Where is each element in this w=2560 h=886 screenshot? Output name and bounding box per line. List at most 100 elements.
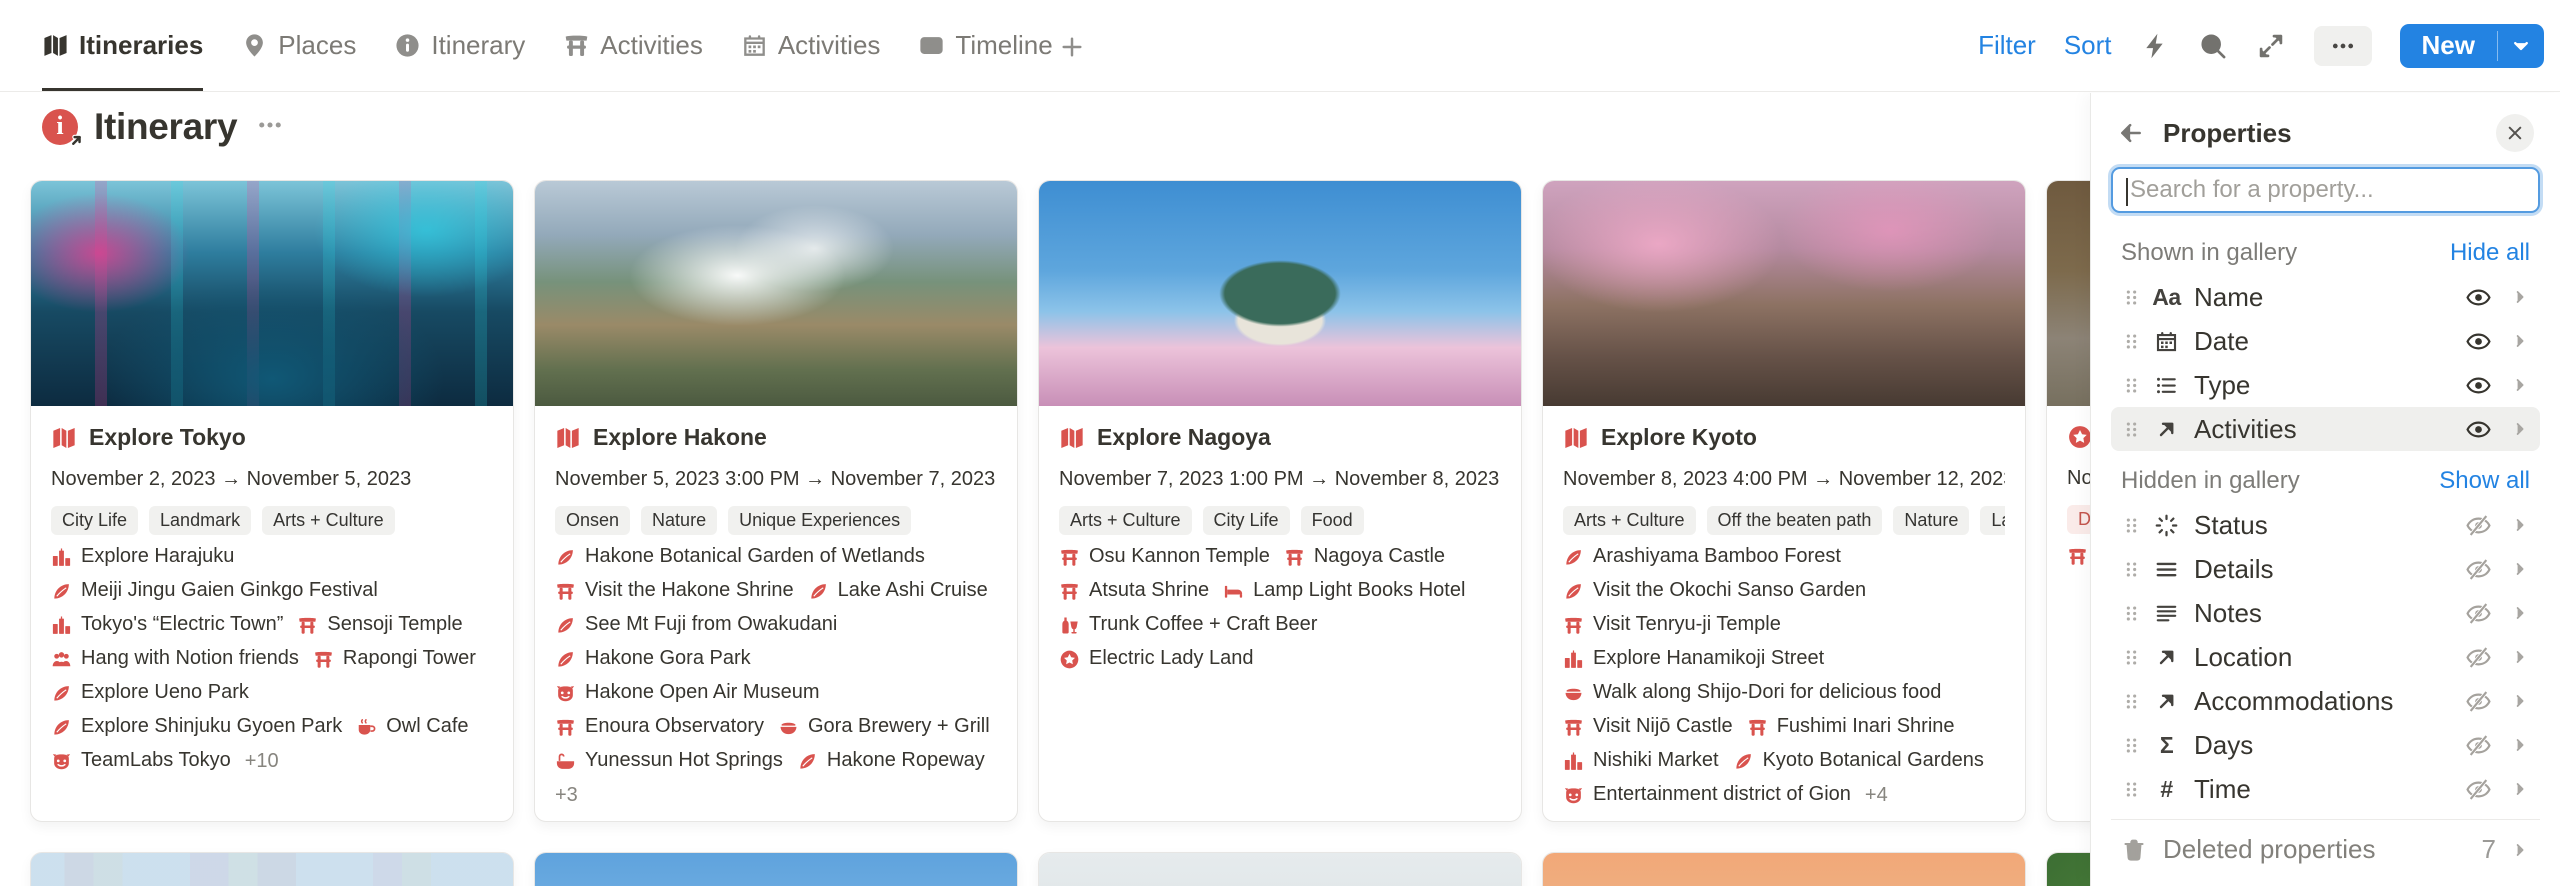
activity-link[interactable]: Hang with Notion friends <box>81 648 299 671</box>
activity-link[interactable]: Explore Ueno Park <box>81 682 249 705</box>
eye-off-icon[interactable] <box>2465 732 2492 759</box>
property-search-input[interactable] <box>2113 169 2538 211</box>
property-row-notes[interactable]: Notes <box>2111 591 2540 635</box>
section-action-show-all[interactable]: Show all <box>2439 467 2530 495</box>
property-row-accommodations[interactable]: Accommodations <box>2111 679 2540 723</box>
activity-link[interactable]: Trunk Coffee + Craft Beer <box>1089 614 1317 637</box>
eye-icon[interactable] <box>2465 328 2492 355</box>
activity-link[interactable]: Atsuta Shrine <box>1089 580 1209 603</box>
activity-link[interactable]: Explore Shinjuku Gyoen Park <box>81 716 342 739</box>
add-view-button[interactable] <box>1059 0 1085 91</box>
activity-link[interactable]: Tokyo's “Electric Town” <box>81 614 283 637</box>
activity-link[interactable]: Meiji Jingu Gaien Ginkgo Festival <box>81 580 378 603</box>
gallery-card-item[interactable]: No D <box>2046 180 2093 822</box>
activity-link[interactable]: Explore Hanamikoji Street <box>1593 648 1824 671</box>
property-row-date[interactable]: Date <box>2111 319 2540 363</box>
activity-link[interactable]: Visit the Hakone Shrine <box>585 580 794 603</box>
property-row-days[interactable]: Σ Days <box>2111 723 2540 767</box>
eye-off-icon[interactable] <box>2465 556 2492 583</box>
drag-handle-icon[interactable] <box>2121 691 2142 712</box>
activity-link[interactable]: Entertainment district of Gion <box>1593 784 1851 807</box>
activity-link[interactable]: Enoura Observatory <box>585 716 764 739</box>
drag-handle-icon[interactable] <box>2121 375 2142 396</box>
new-button[interactable]: New <box>2400 24 2544 68</box>
eye-off-icon[interactable] <box>2465 776 2492 803</box>
eye-off-icon[interactable] <box>2465 644 2492 671</box>
property-row-type[interactable]: Type <box>2111 363 2540 407</box>
property-row-details[interactable]: Details <box>2111 547 2540 591</box>
drag-handle-icon[interactable] <box>2121 779 2142 800</box>
view-tab-itinerary[interactable]: Itinerary <box>394 0 525 91</box>
activity-link[interactable]: Osu Kannon Temple <box>1089 546 1270 569</box>
gallery-card-explore-nagoya[interactable]: Explore Nagoya November 7, 2023 1:00 PM … <box>1038 180 1522 822</box>
new-button-label[interactable]: New <box>2400 24 2497 68</box>
activity-link[interactable]: Kyoto Botanical Gardens <box>1763 750 1984 773</box>
activity-link[interactable]: Visit Nijō Castle <box>1593 716 1733 739</box>
view-tab-itineraries[interactable]: Itineraries <box>42 0 203 91</box>
activity-link[interactable]: Arashiyama Bamboo Forest <box>1593 546 1841 569</box>
drag-handle-icon[interactable] <box>2121 647 2142 668</box>
filter-button[interactable]: Filter <box>1978 30 2036 61</box>
activity-link[interactable]: Lamp Light Books Hotel <box>1253 580 1465 603</box>
eye-off-icon[interactable] <box>2465 512 2492 539</box>
back-arrow-icon[interactable] <box>2117 119 2145 147</box>
activity-link[interactable]: Nishiki Market <box>1593 750 1719 773</box>
eye-icon[interactable] <box>2465 372 2492 399</box>
drag-handle-icon[interactable] <box>2121 331 2142 352</box>
property-row-location[interactable]: Location <box>2111 635 2540 679</box>
drag-handle-icon[interactable] <box>2121 419 2142 440</box>
gallery-card-partial[interactable] <box>1542 852 2026 886</box>
property-row-status[interactable]: Status <box>2111 503 2540 547</box>
section-action-hide-all[interactable]: Hide all <box>2450 239 2530 267</box>
property-row-activities[interactable]: Activities <box>2111 407 2540 451</box>
activity-link[interactable]: Sensoji Temple <box>327 614 462 637</box>
close-panel-button[interactable] <box>2496 114 2534 152</box>
activity-link[interactable]: Owl Cafe <box>386 716 468 739</box>
activity-link[interactable]: Electric Lady Land <box>1089 648 1254 671</box>
gallery-card-explore-hakone[interactable]: Explore Hakone November 5, 2023 3:00 PM … <box>534 180 1018 822</box>
activity-link[interactable]: Lake Ashi Cruise <box>838 580 988 603</box>
activity-link[interactable]: Yunessun Hot Springs <box>585 750 783 773</box>
view-tab-activities[interactable]: Activities <box>741 0 881 91</box>
activity-link[interactable]: TeamLabs Tokyo <box>81 750 231 773</box>
view-tab-activities[interactable]: Activities <box>563 0 703 91</box>
gallery-card-partial[interactable] <box>1038 852 1522 886</box>
property-row-time[interactable]: # Time <box>2111 767 2540 811</box>
activity-link[interactable]: Gora Brewery + Grill <box>808 716 990 739</box>
eye-icon[interactable] <box>2465 284 2492 311</box>
activity-link[interactable]: Walk along Shijo-Dori for delicious food <box>1593 682 1941 705</box>
activity-link[interactable]: Rapongi Tower <box>343 648 476 671</box>
activity-link[interactable]: Explore Harajuku <box>81 546 234 569</box>
activity-link[interactable]: Visit the Okochi Sanso Garden <box>1593 580 1866 603</box>
activity-link[interactable]: See Mt Fuji from Owakudani <box>585 614 837 637</box>
lightning-icon[interactable] <box>2140 31 2170 61</box>
page-menu-button[interactable] <box>255 110 285 145</box>
eye-icon[interactable] <box>2465 416 2492 443</box>
view-tab-timeline[interactable]: Timeline <box>918 0 1052 91</box>
gallery-card-partial[interactable] <box>534 852 1018 886</box>
activity-link[interactable]: Hakone Gora Park <box>585 648 751 671</box>
view-tab-places[interactable]: Places <box>241 0 356 91</box>
deleted-properties-row[interactable]: Deleted properties 7 <box>2111 819 2540 879</box>
activity-link[interactable]: Fushimi Inari Shrine <box>1777 716 1955 739</box>
drag-handle-icon[interactable] <box>2121 735 2142 756</box>
drag-handle-icon[interactable] <box>2121 603 2142 624</box>
activity-link[interactable]: Hakone Botanical Garden of Wetlands <box>585 546 925 569</box>
more-options-button[interactable] <box>2314 26 2372 66</box>
activity-link[interactable]: Visit Tenryu-ji Temple <box>1593 614 1781 637</box>
eye-off-icon[interactable] <box>2465 600 2492 627</box>
property-row-name[interactable]: Aa Name <box>2111 275 2540 319</box>
new-dropdown-button[interactable] <box>2498 24 2544 68</box>
gallery-card-explore-kyoto[interactable]: Explore Kyoto November 8, 2023 4:00 PM →… <box>1542 180 2026 822</box>
activity-link[interactable]: Nagoya Castle <box>1314 546 1445 569</box>
drag-handle-icon[interactable] <box>2121 559 2142 580</box>
activity-link[interactable]: Hakone Ropeway <box>827 750 985 773</box>
sort-button[interactable]: Sort <box>2064 30 2112 61</box>
gallery-card-partial[interactable] <box>2046 852 2093 886</box>
gallery-card-explore-tokyo[interactable]: Explore Tokyo November 2, 2023 → Novembe… <box>30 180 514 822</box>
activity-link[interactable]: Hakone Open Air Museum <box>585 682 820 705</box>
drag-handle-icon[interactable] <box>2121 287 2142 308</box>
search-icon[interactable] <box>2198 31 2228 61</box>
drag-handle-icon[interactable] <box>2121 515 2142 536</box>
gallery-card-partial[interactable] <box>30 852 514 886</box>
